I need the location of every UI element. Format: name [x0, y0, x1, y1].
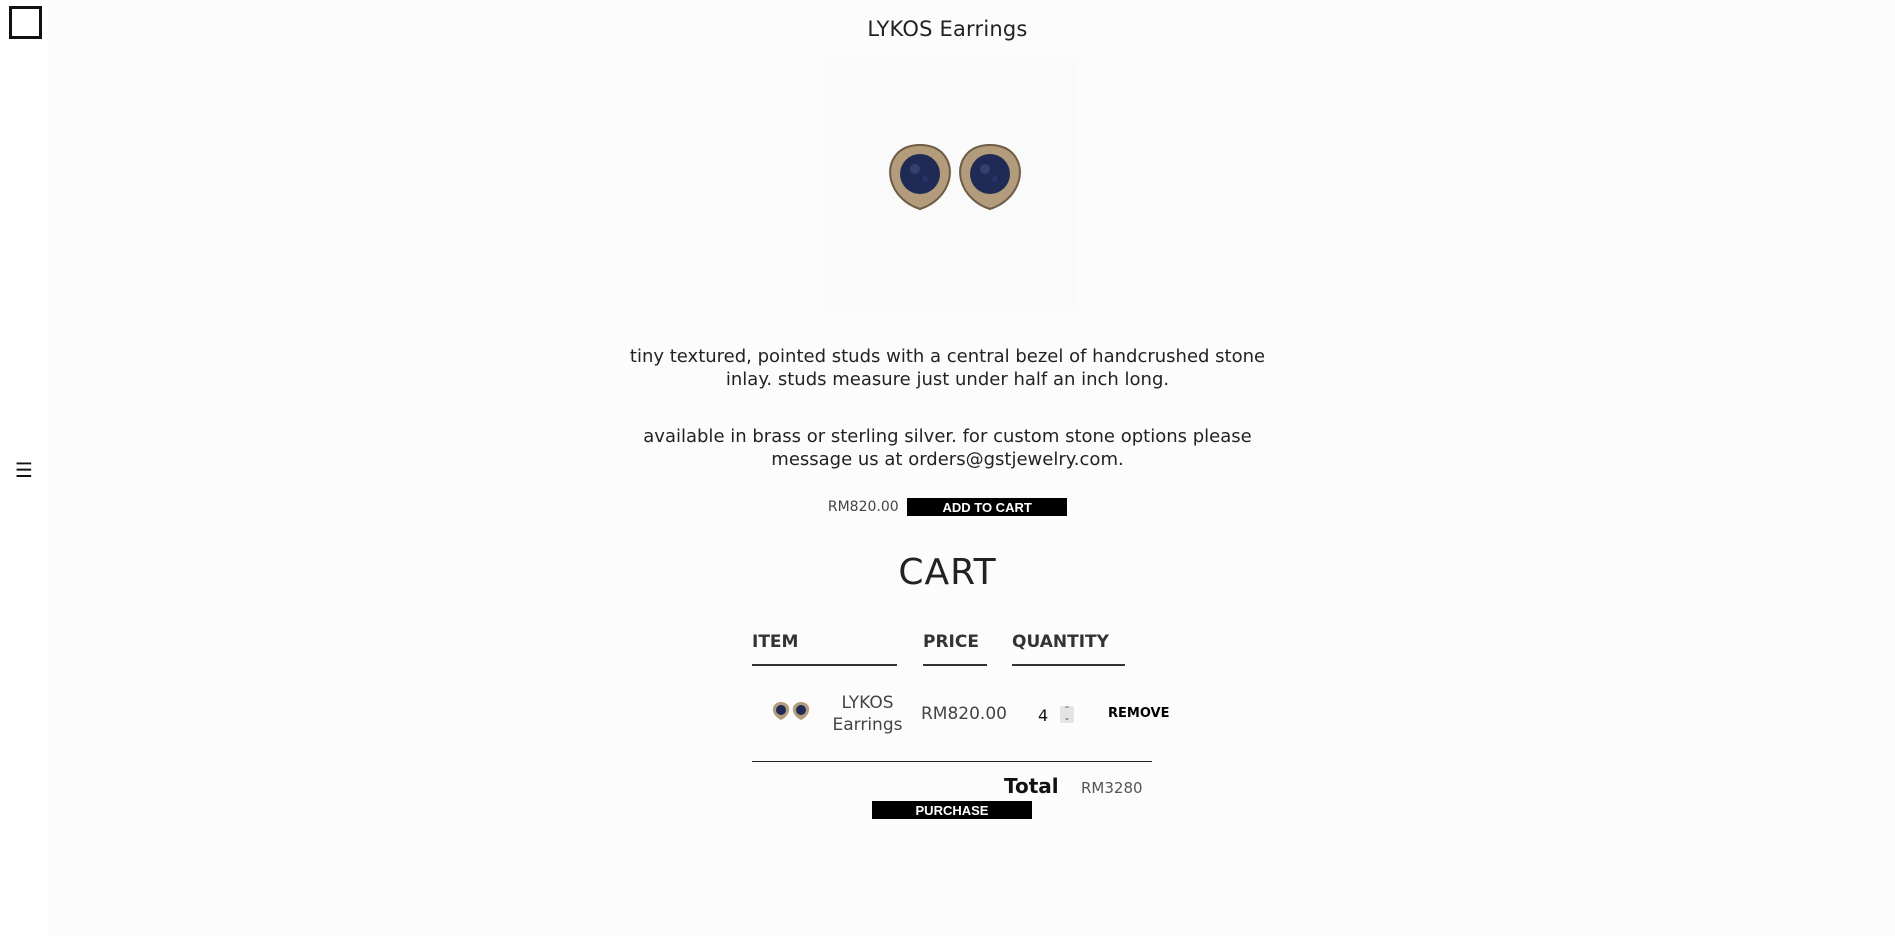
- product-title: LYKOS Earrings: [867, 17, 1028, 41]
- product-image: [825, 57, 1078, 310]
- cart-divider: [752, 761, 1152, 762]
- quantity-stepper[interactable]: 4 ⌃ ⌄: [1034, 704, 1080, 726]
- total-value: RM3280: [1081, 779, 1143, 797]
- purchase-button[interactable]: PURCHASE: [872, 801, 1032, 819]
- right-earring: [959, 143, 1021, 211]
- quantity-value[interactable]: 4: [1038, 706, 1048, 725]
- cart-item-price: RM820.00: [921, 704, 1007, 724]
- left-earring: [889, 143, 951, 211]
- remove-button[interactable]: REMOVE: [1108, 706, 1169, 721]
- cart-heading: CART: [898, 552, 997, 593]
- price-and-cart-row: RM820.00 ADD TO CART: [0, 498, 1895, 516]
- total-label: Total: [1004, 774, 1059, 798]
- description-text-2: available in brass or sterling silver. f…: [643, 426, 1252, 470]
- cart-item-name[interactable]: LYKOS Earrings: [830, 692, 905, 736]
- column-header-price: PRICE: [923, 632, 987, 666]
- cart-item-thumbnail: [772, 702, 810, 720]
- column-header-quantity: QUANTITY: [1012, 632, 1125, 666]
- earrings-illustration: [889, 143, 1021, 211]
- add-to-cart-button[interactable]: ADD TO CART: [907, 498, 1068, 516]
- product-description-2: available in brass or sterling silver. f…: [0, 425, 1895, 471]
- product-price: RM820.00: [827, 499, 899, 515]
- spinner-arrows-icon[interactable]: ⌃ ⌄: [1060, 706, 1074, 723]
- column-header-item: ITEM: [752, 632, 897, 666]
- product-description-1: tiny textured, pointed studs with a cent…: [0, 345, 1895, 391]
- description-text-1: tiny textured, pointed studs with a cent…: [629, 346, 1266, 390]
